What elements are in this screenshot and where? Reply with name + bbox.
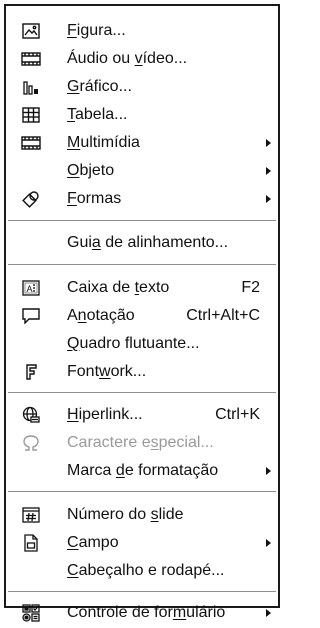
text-box-icon: A [21,279,41,297]
menu-separator [8,491,276,492]
menu-item-tabela[interactable]: Tabela... [6,101,278,129]
menu-item-label: Formas [67,190,122,207]
menu-item-objeto[interactable]: Objeto [6,157,278,185]
shortcut-label: Ctrl+Alt+C [186,307,260,324]
shapes-icon [21,190,41,208]
submenu-arrow-icon [266,467,271,475]
svg-text:A: A [27,284,33,294]
menu-separator [8,220,276,221]
menu-item-label: Figura... [67,22,126,39]
menu-item-label: Anotação [67,307,135,324]
menu-item-label: Guia de alinhamento... [67,234,229,251]
menu-item-label: Caractere especial... [67,434,214,451]
menu-item-label: Quadro flutuante... [67,335,200,352]
menu-item-label: Multimídia [67,134,140,151]
insert-menu: Figura... Áudio ou vídeo... Gráfico... T… [4,4,280,622]
menu-item-label: Cabeçalho e rodapé... [67,562,225,579]
multimedia-icon [21,134,41,152]
menu-item-cabecalho-rodape[interactable]: Cabeçalho e rodapé... [6,557,278,585]
submenu-arrow-icon [266,539,271,547]
hyperlink-icon [21,406,41,424]
comment-icon [21,307,41,325]
menu-item-label: Controle de formulário [67,604,226,621]
menu-item-label: Número do slide [67,506,184,523]
menu-item-marca-formatacao[interactable]: Marca de formatação [6,457,278,485]
menu-item-audio-video[interactable]: Áudio ou vídeo... [6,45,278,73]
submenu-arrow-icon [266,167,271,175]
menu-item-label: Gráfico... [67,78,132,95]
submenu-arrow-icon [266,195,271,203]
field-icon [21,534,41,552]
menu-item-label: Hiperlink... [67,406,143,423]
image-icon [21,22,41,40]
menu-item-formas[interactable]: Formas [6,185,278,213]
menu-item-anotacao[interactable]: Anotação Ctrl+Alt+C [6,302,278,330]
menu-item-label: Áudio ou vídeo... [67,50,188,67]
fontwork-icon [21,363,41,381]
menu-item-caixa-de-texto[interactable]: A Caixa de texto F2 [6,274,278,302]
shortcut-label: Ctrl+K [215,406,260,423]
menu-item-label: Tabela... [67,106,128,123]
menu-item-hiperlink[interactable]: Hiperlink... Ctrl+K [6,401,278,429]
special-character-icon [21,434,41,452]
menu-separator [8,392,276,393]
slide-number-icon [21,506,41,524]
menu-item-numero-slide[interactable]: Número do slide [6,501,278,529]
menu-item-quadro-flutuante[interactable]: Quadro flutuante... [6,330,278,358]
menu-item-label: Caixa de texto [67,279,170,296]
table-icon [21,106,41,124]
menu-item-caractere-especial: Caractere especial... [6,429,278,457]
form-control-icon [21,604,41,622]
menu-item-label: Campo [67,534,119,551]
menu-separator [8,591,276,592]
menu-item-label: Marca de formatação [67,462,219,479]
shortcut-label: F2 [241,279,260,296]
menu-item-guia-alinhamento[interactable]: Guia de alinhamento... [6,229,278,257]
video-icon [21,50,41,68]
submenu-arrow-icon [266,609,271,617]
menu-item-label: Fontwork... [67,363,147,380]
menu-item-label: Objeto [67,162,115,179]
chart-icon [21,78,41,96]
menu-item-controle-formulario[interactable]: Controle de formulário [6,599,278,627]
menu-item-fontwork[interactable]: Fontwork... [6,358,278,386]
menu-item-campo[interactable]: Campo [6,529,278,557]
submenu-arrow-icon [266,139,271,147]
menu-item-grafico[interactable]: Gráfico... [6,73,278,101]
menu-separator [8,264,276,265]
menu-item-figura[interactable]: Figura... [6,17,278,45]
menu-item-multimidia[interactable]: Multimídia [6,129,278,157]
